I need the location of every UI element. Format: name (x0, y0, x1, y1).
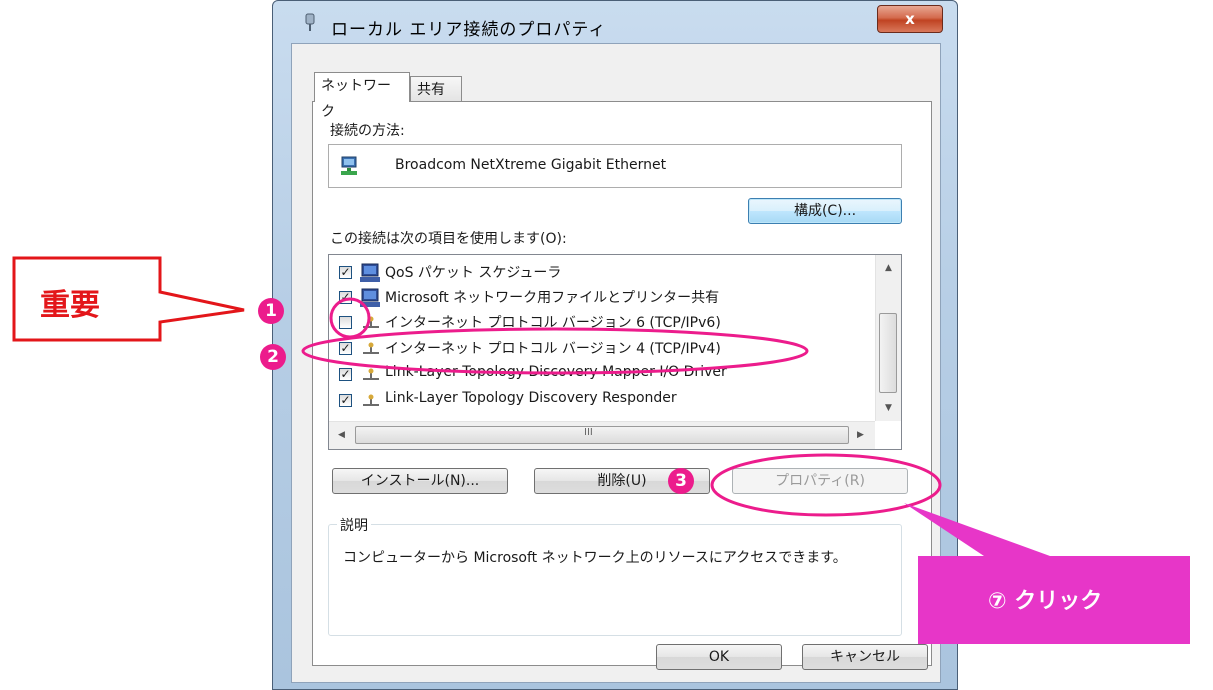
network-adapter-icon (341, 156, 357, 175)
item-checkbox[interactable]: ✓ (339, 368, 352, 381)
item-label: QoS パケット スケジューラ (385, 265, 562, 281)
description-title: 説明 (337, 515, 371, 535)
step-number-1: 1 (258, 298, 284, 324)
list-item[interactable]: ✓ Microsoft ネットワーク用ファイルとプリンター共有 (339, 287, 859, 311)
configure-button[interactable]: 構成(C)... (748, 198, 902, 224)
network-icon (305, 13, 315, 31)
item-label: インターネット プロトコル バージョン 6 (TCP/IPv6) (385, 315, 721, 331)
item-label: インターネット プロトコル バージョン 4 (TCP/IPv4) (385, 341, 721, 357)
tab-share[interactable]: 共有 (410, 76, 462, 102)
list-item[interactable]: ✓ Link-Layer Topology Discovery Responde… (339, 390, 859, 414)
description-group: 説明 コンピューターから Microsoft ネットワーク上のリソースにアクセス… (328, 515, 902, 636)
list-item[interactable]: ✓ インターネット プロトコル バージョン 4 (TCP/IPv4) (339, 338, 859, 362)
step-number-2: 2 (260, 344, 286, 370)
network-client-icon (360, 288, 380, 307)
scroll-right-icon[interactable]: ▶ (857, 430, 864, 440)
protocol-icon (363, 394, 379, 406)
list-item[interactable]: ✓ QoS パケット スケジューラ (339, 262, 859, 286)
important-label: 重要 (40, 288, 100, 323)
list-item[interactable]: インターネット プロトコル バージョン 6 (TCP/IPv6) (339, 312, 859, 336)
dialog-client-area: ネットワーク 共有 接続の方法: Broadcom NetXtreme Giga… (291, 43, 941, 683)
protocol-icon (363, 316, 379, 328)
tab-network[interactable]: ネットワーク (314, 72, 410, 120)
vertical-scroll-thumb[interactable] (879, 313, 897, 393)
items-label: この接続は次の項目を使用します(O): (330, 231, 567, 247)
step-number-3: 3 (668, 468, 694, 494)
item-label: Microsoft ネットワーク用ファイルとプリンター共有 (385, 290, 720, 306)
properties-dialog: ローカル エリア接続のプロパティ x ネットワーク 共有 接続の方法: Broa… (272, 0, 958, 690)
items-listbox[interactable]: ✓ QoS パケット スケジューラ ✓ Microsoft ネットワーク用ファイ… (328, 254, 902, 450)
item-checkbox[interactable]: ✓ (339, 291, 352, 304)
horizontal-scrollbar[interactable]: ◀ III ▶ (329, 421, 875, 449)
scroll-left-icon[interactable]: ◀ (338, 430, 345, 440)
click-label: ⑦ クリック (988, 589, 1103, 614)
connect-using-label: 接続の方法: (330, 123, 405, 139)
scroll-down-icon[interactable]: ▼ (885, 403, 892, 413)
list-item[interactable]: ✓ Link-Layer Topology Discovery Mapper I… (339, 364, 859, 388)
install-button[interactable]: インストール(N)... (332, 468, 508, 494)
title-bar[interactable]: ローカル エリア接続のプロパティ x (273, 1, 957, 43)
adapter-box: Broadcom NetXtreme Gigabit Ethernet (328, 144, 902, 188)
scroll-up-icon[interactable]: ▲ (885, 263, 892, 273)
item-checkbox[interactable] (339, 316, 352, 329)
scroll-grip: III (584, 427, 593, 438)
protocol-icon (363, 368, 379, 380)
description-text: コンピューターから Microsoft ネットワーク上のリソースにアクセスできま… (343, 550, 847, 566)
network-client-icon (360, 263, 380, 282)
item-checkbox[interactable]: ✓ (339, 394, 352, 407)
vertical-scrollbar[interactable]: ▲ ▼ (875, 255, 901, 421)
cancel-button[interactable]: キャンセル (802, 644, 928, 670)
properties-button[interactable]: プロパティ(R) (732, 468, 908, 494)
ok-button[interactable]: OK (656, 644, 782, 670)
item-label: Link-Layer Topology Discovery Responder (385, 390, 677, 406)
horizontal-scroll-thumb[interactable]: III (355, 426, 849, 444)
item-checkbox[interactable]: ✓ (339, 342, 352, 355)
item-label: Link-Layer Topology Discovery Mapper I/O… (385, 364, 727, 380)
protocol-icon (363, 342, 379, 354)
window-title: ローカル エリア接続のプロパティ (331, 20, 607, 40)
item-checkbox[interactable]: ✓ (339, 266, 352, 279)
adapter-name: Broadcom NetXtreme Gigabit Ethernet (395, 157, 667, 173)
close-button[interactable]: x (877, 5, 943, 33)
